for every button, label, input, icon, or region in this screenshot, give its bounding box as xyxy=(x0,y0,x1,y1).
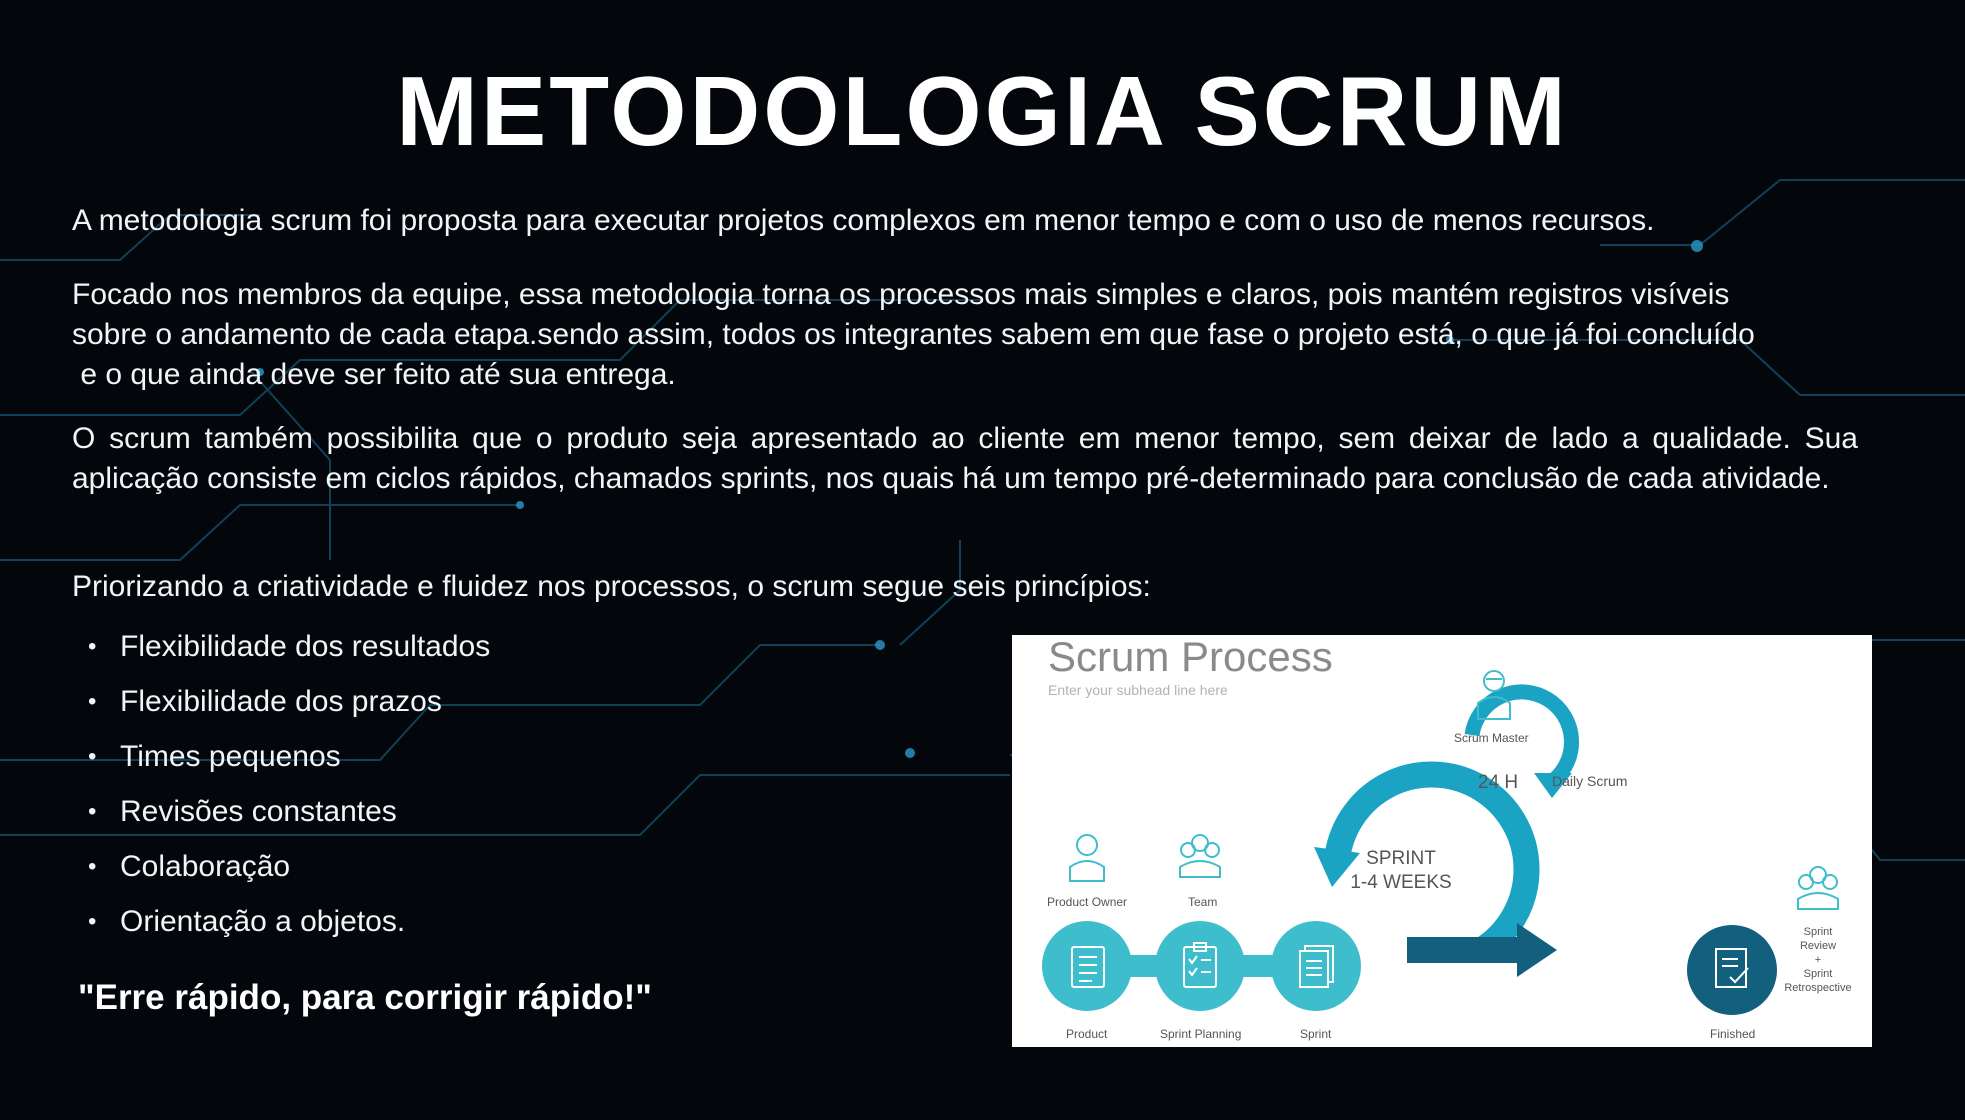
scrum-process-image: Scrum Process Enter your subhead line he… xyxy=(1012,635,1872,1047)
principles-list: • Flexibilidade dos resultados • Flexibili… xyxy=(88,619,490,949)
sprints-paragraph: O scrum também possibilita que o produto… xyxy=(72,422,1858,495)
team-focus-line-1: Focado nos membros da equipe, essa metod… xyxy=(72,278,1730,311)
bullet-icon: • xyxy=(88,797,97,825)
sprint-review-text-1: Sprint xyxy=(1803,926,1833,938)
product-owner-label: Product Owner xyxy=(1047,895,1128,909)
product-backlog-label: Product xyxy=(1066,1027,1108,1041)
list-item: • Revisões constantes xyxy=(88,784,490,839)
principle-text: Times pequenos xyxy=(120,739,341,773)
team-focus-line-2: sobre o andamento de cada etapa.sendo as… xyxy=(72,318,1755,351)
finished-work-label: Finished xyxy=(1710,1027,1756,1041)
principles-intro: Priorizando a criatividade e fluidez nos… xyxy=(72,570,1151,603)
sprint-planning-label: Sprint Planning xyxy=(1160,1027,1242,1041)
slide-title: METODOLOGIA SCRUM xyxy=(396,56,1569,166)
list-item: • Flexibilidade dos prazos xyxy=(88,674,490,729)
list-item: • Flexibilidade dos resultados xyxy=(88,619,490,674)
sprint-review-text-5: Retrospective xyxy=(1784,982,1852,994)
list-item: • Orientação a objetos. xyxy=(88,894,490,949)
scrum-process-title: Scrum Process xyxy=(1048,635,1333,680)
principle-text: Colaboração xyxy=(120,849,291,883)
sprint-review-text-4: Sprint xyxy=(1803,968,1833,980)
sprint-review-label: Sprint Review + Sprint Retrospective xyxy=(1778,925,1858,995)
motto-quote: "Erre rápido, para corrigir rápido!" xyxy=(78,978,652,1017)
list-item: • Times pequenos xyxy=(88,729,490,784)
intro-paragraph: A metodologia scrum foi proposta para ex… xyxy=(72,204,1655,237)
principle-text: Flexibilidade dos resultados xyxy=(120,629,491,663)
sprint-label: SPRINT xyxy=(1366,848,1436,869)
stakeholders-icon xyxy=(1797,866,1839,910)
daily-scrum-label: Daily Scrum xyxy=(1552,773,1628,789)
list-item: • Colaboração xyxy=(88,839,490,894)
product-owner-icon xyxy=(1069,834,1105,882)
sprint-center-label: SPRINT 1-4 WEEKS xyxy=(1338,847,1464,895)
slide: METODOLOGIA SCRUM A metodologia scrum fo… xyxy=(0,0,1965,1120)
team-focus-paragraph: Focado nos membros da equipe, essa metod… xyxy=(72,275,1867,395)
principle-text: Orientação a objetos. xyxy=(120,904,406,938)
sprint-review-text-2: Review xyxy=(1799,940,1837,952)
principle-text: Revisões constantes xyxy=(120,794,397,828)
principle-text: Flexibilidade dos prazos xyxy=(120,684,442,718)
bullet-icon: • xyxy=(88,907,97,935)
bullet-icon: • xyxy=(88,742,97,770)
sprint-review-text-3: + xyxy=(1814,954,1822,966)
bullet-icon: • xyxy=(88,852,97,880)
sprint-weeks-label: 1-4 WEEKS xyxy=(1350,872,1452,893)
scrum-master-label: Scrum Master xyxy=(1454,731,1529,745)
scrum-process-subtitle: Enter your subhead line here xyxy=(1048,682,1228,698)
team-icon xyxy=(1179,834,1221,878)
daily-hours-label: 24 H xyxy=(1478,772,1519,793)
bullet-icon: • xyxy=(88,632,97,660)
sprint-backlog-label: Sprint xyxy=(1300,1027,1332,1041)
team-focus-line-3: e o que ainda deve ser feito até sua ent… xyxy=(72,358,676,391)
team-label: Team xyxy=(1188,895,1218,909)
bullet-icon: • xyxy=(88,687,97,715)
